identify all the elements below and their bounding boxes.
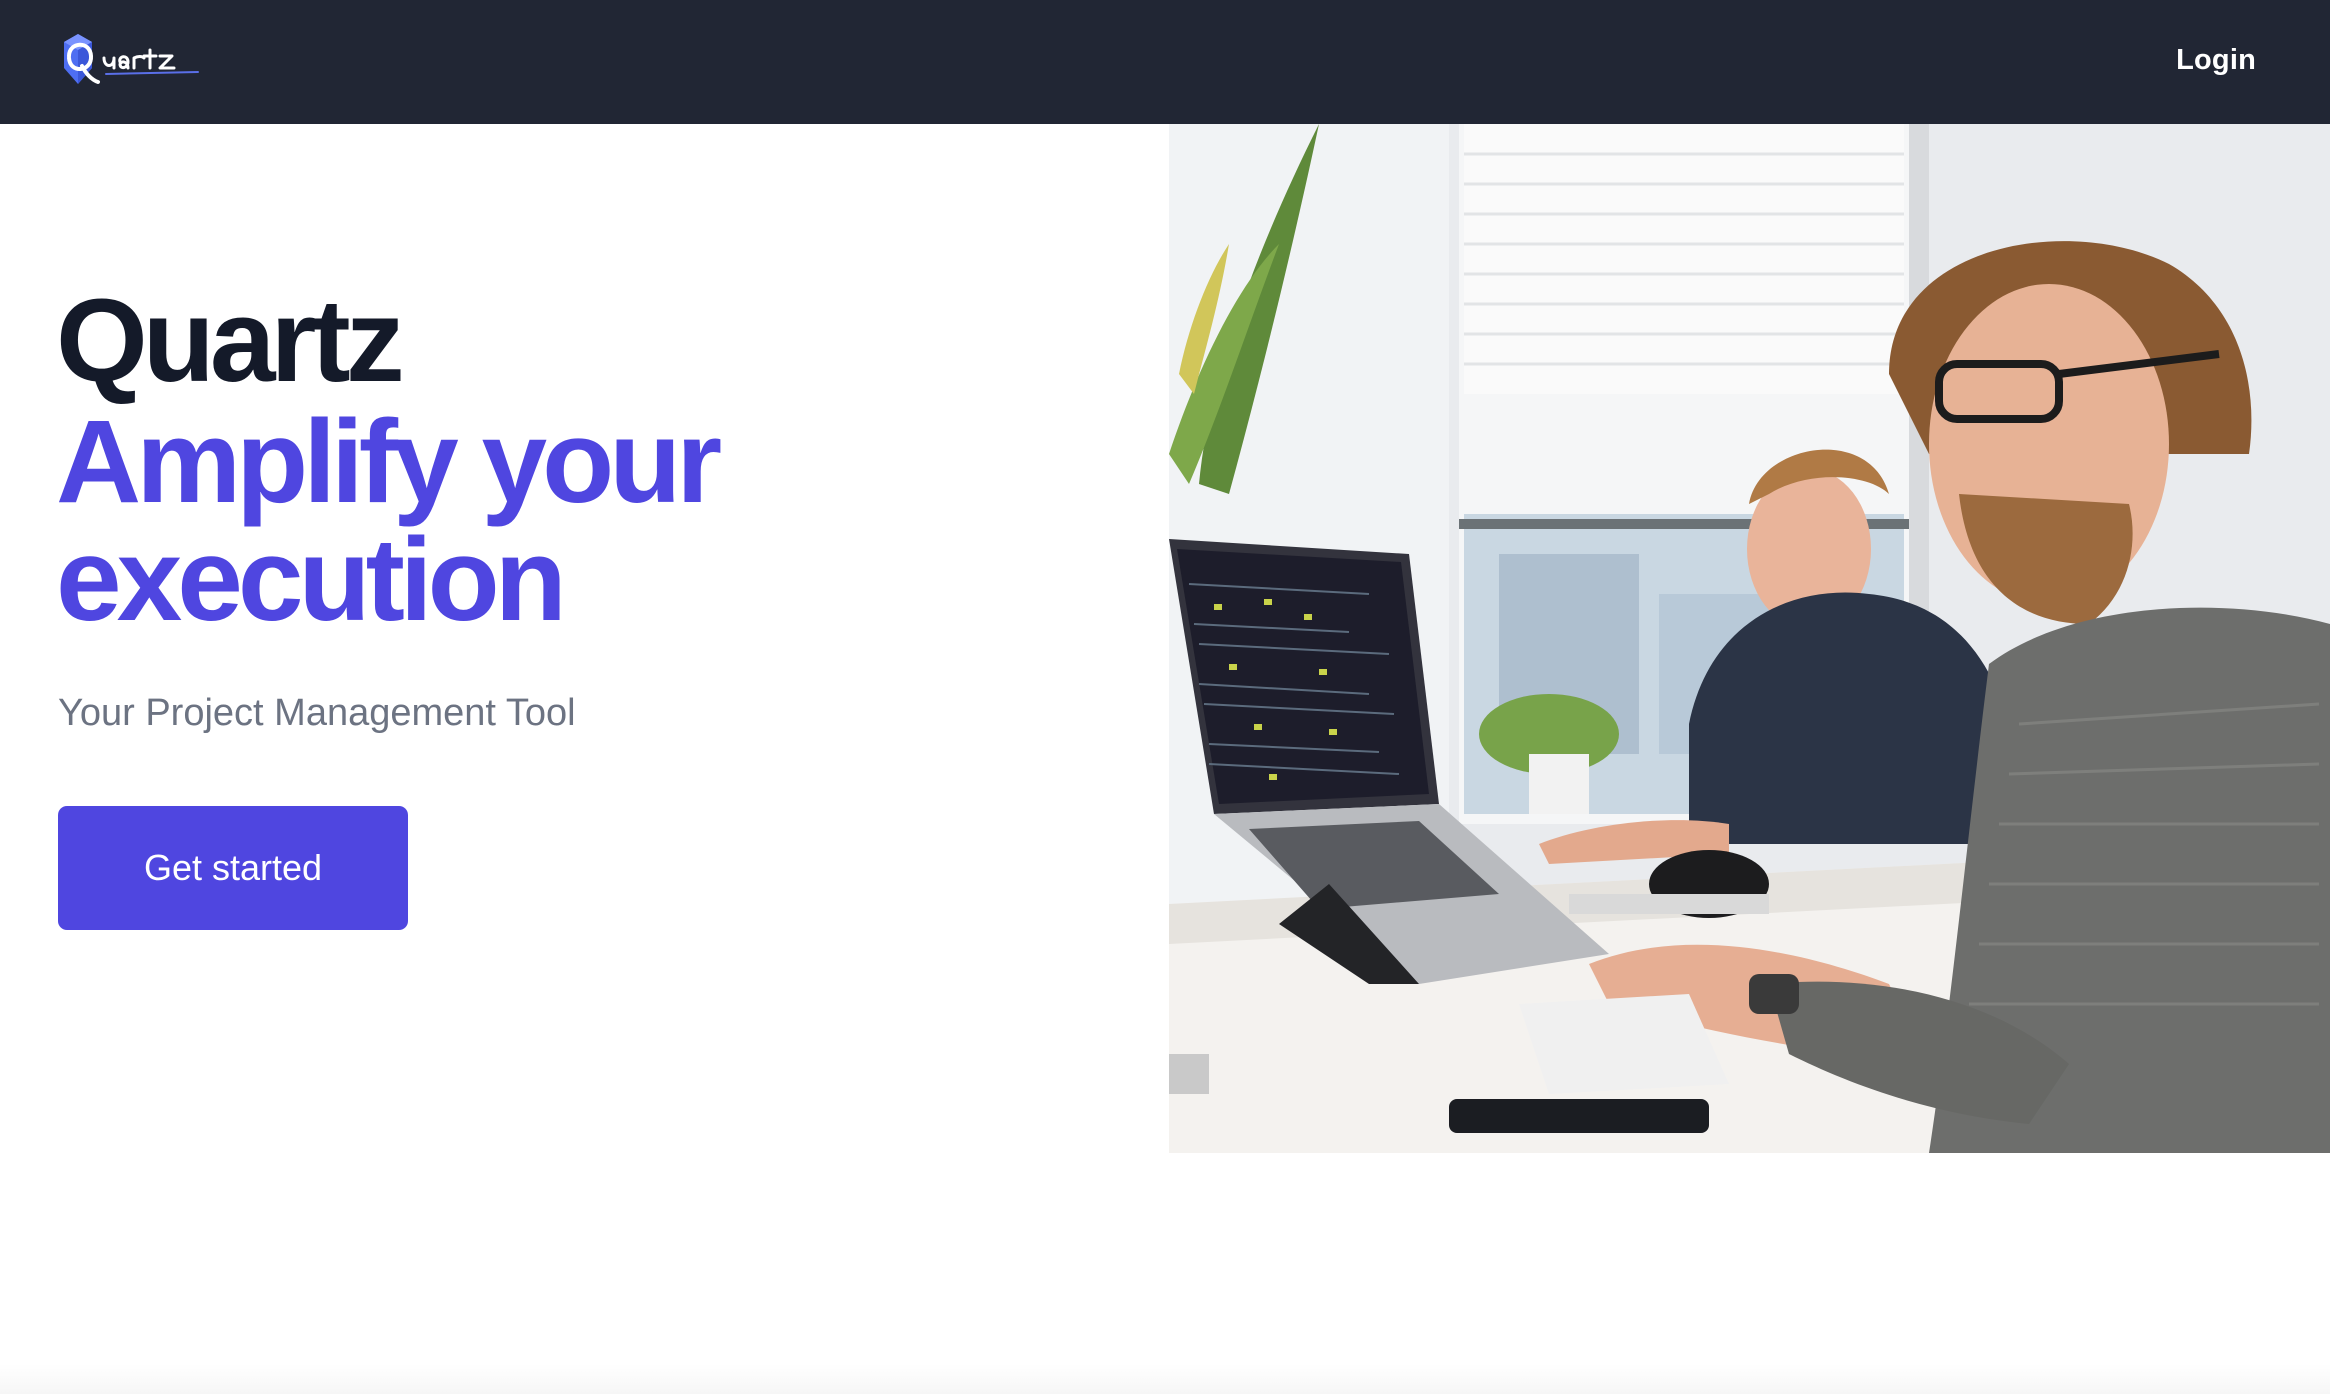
- top-navbar: Login: [0, 0, 2330, 124]
- quartz-crystal-logo-icon: [64, 34, 199, 84]
- hero-tagline: Amplify your execution: [56, 396, 722, 646]
- get-started-button[interactable]: Get started: [58, 806, 408, 930]
- hero-subtitle: Your Project Management Tool: [58, 692, 576, 734]
- developers-photo-illustration: [1169, 124, 2330, 1153]
- login-link[interactable]: Login: [2176, 44, 2256, 77]
- hero-title: Quartz: [56, 275, 405, 407]
- page-bottom-edge: [0, 1364, 2330, 1394]
- hero-image: [1169, 124, 2330, 1153]
- brand-logo[interactable]: [58, 28, 228, 92]
